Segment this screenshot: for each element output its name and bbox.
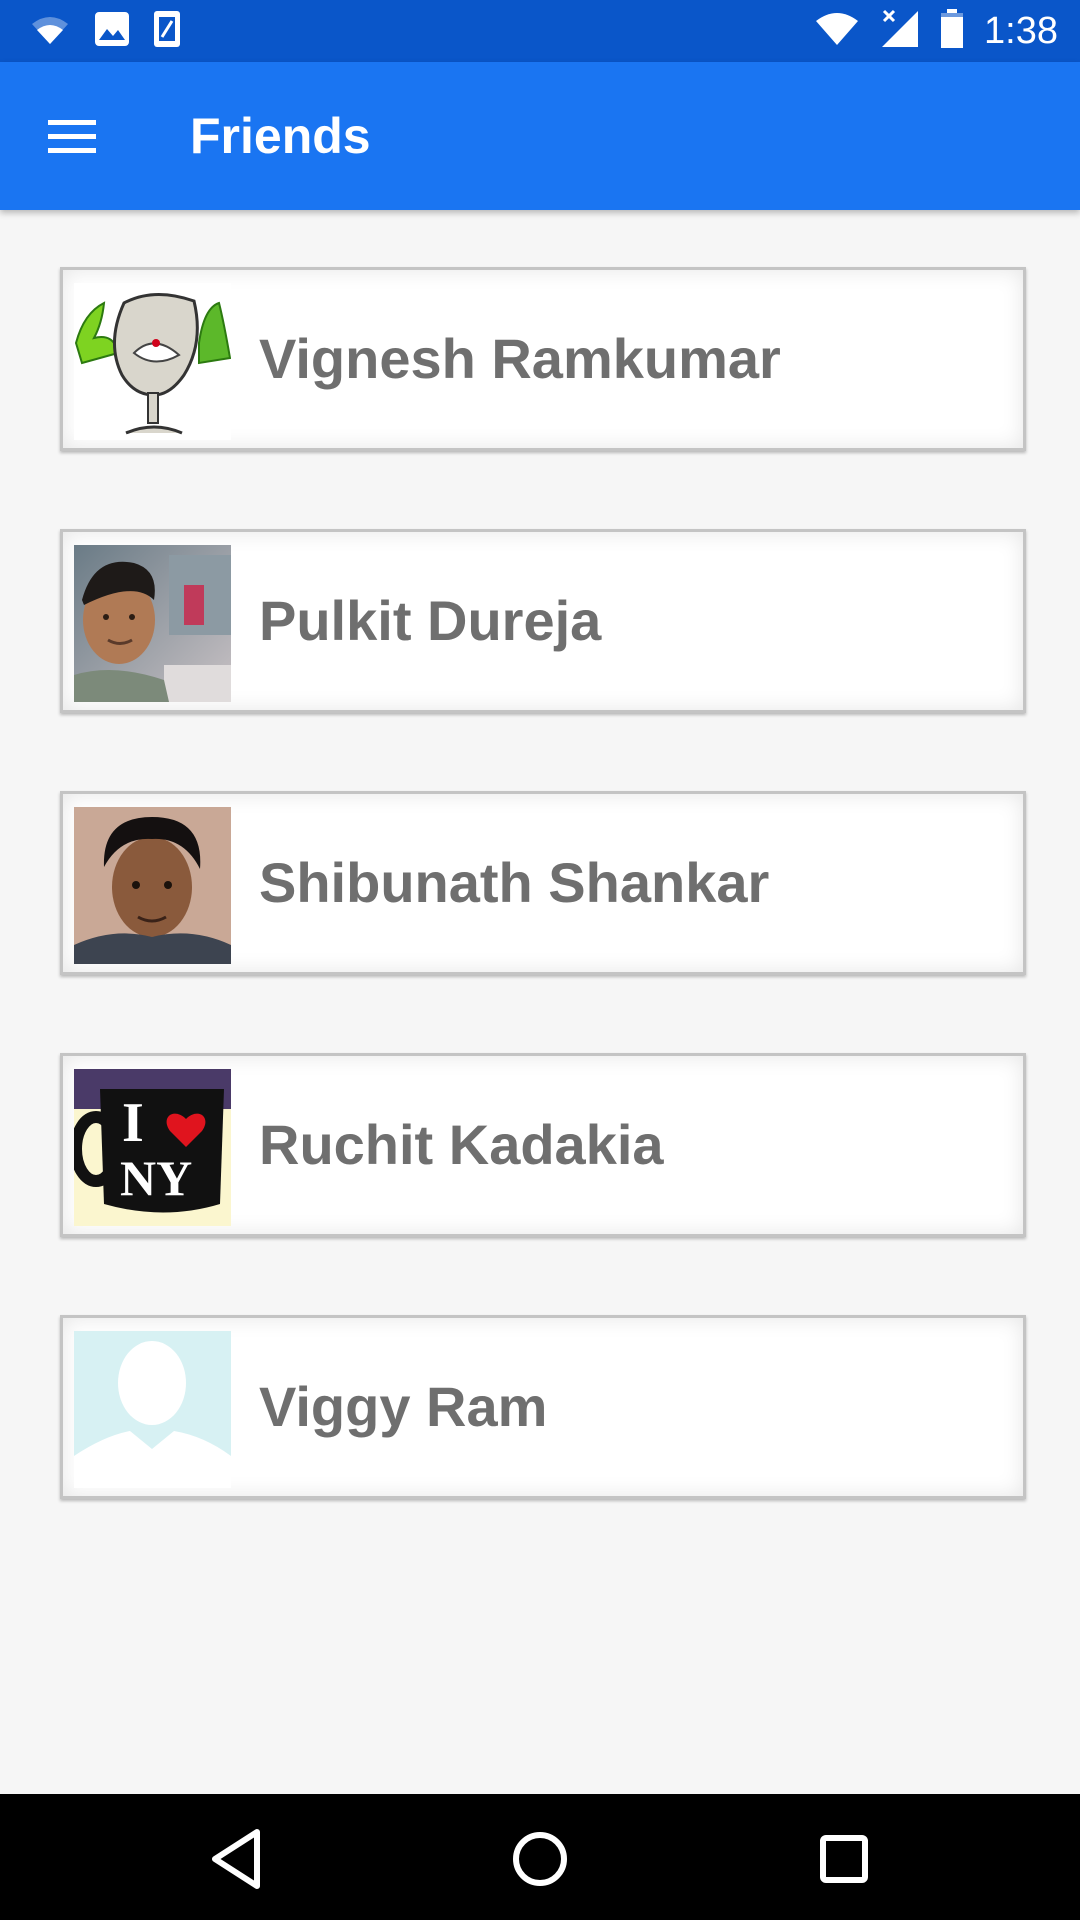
friend-name: Ruchit Kadakia bbox=[259, 1113, 664, 1176]
list-item[interactable]: Viggy Ram bbox=[60, 1315, 1026, 1499]
sim-card-icon bbox=[152, 9, 182, 54]
status-bar: 1:38 bbox=[0, 0, 1080, 62]
recents-icon[interactable] bbox=[809, 1824, 879, 1894]
status-time: 1:38 bbox=[984, 9, 1058, 52]
portrait-photo-avatar bbox=[74, 807, 231, 964]
cell-signal-icon bbox=[880, 9, 920, 54]
selfie-photo-avatar bbox=[74, 545, 231, 702]
list-item[interactable]: Shibunath Shankar bbox=[60, 791, 1026, 975]
home-icon[interactable] bbox=[505, 1824, 575, 1894]
list-item[interactable]: Pulkit Dureja bbox=[60, 529, 1026, 713]
svg-text:I: I bbox=[122, 1092, 144, 1154]
navigation-bar bbox=[0, 1794, 1080, 1920]
cartoon-goblet-avatar bbox=[74, 283, 231, 440]
page-title: Friends bbox=[190, 108, 371, 164]
battery-icon bbox=[940, 8, 964, 54]
wifi-icon bbox=[28, 12, 72, 51]
app-bar: Friends bbox=[0, 62, 1080, 210]
image-notification-icon bbox=[94, 11, 130, 52]
friend-name: Vignesh Ramkumar bbox=[259, 327, 781, 390]
i-love-ny-mug-avatar: I NY bbox=[74, 1069, 231, 1226]
friend-name: Viggy Ram bbox=[259, 1375, 548, 1438]
list-item[interactable]: Vignesh Ramkumar bbox=[60, 267, 1026, 451]
default-silhouette-avatar bbox=[74, 1331, 231, 1488]
back-icon[interactable] bbox=[201, 1824, 271, 1894]
hamburger-menu-icon[interactable] bbox=[40, 106, 104, 166]
friend-name: Shibunath Shankar bbox=[259, 851, 770, 914]
friend-name: Pulkit Dureja bbox=[259, 589, 602, 652]
list-item[interactable]: I NY Ruchit Kadakia bbox=[60, 1053, 1026, 1237]
wifi-icon bbox=[814, 11, 860, 52]
svg-text:NY: NY bbox=[120, 1150, 192, 1206]
